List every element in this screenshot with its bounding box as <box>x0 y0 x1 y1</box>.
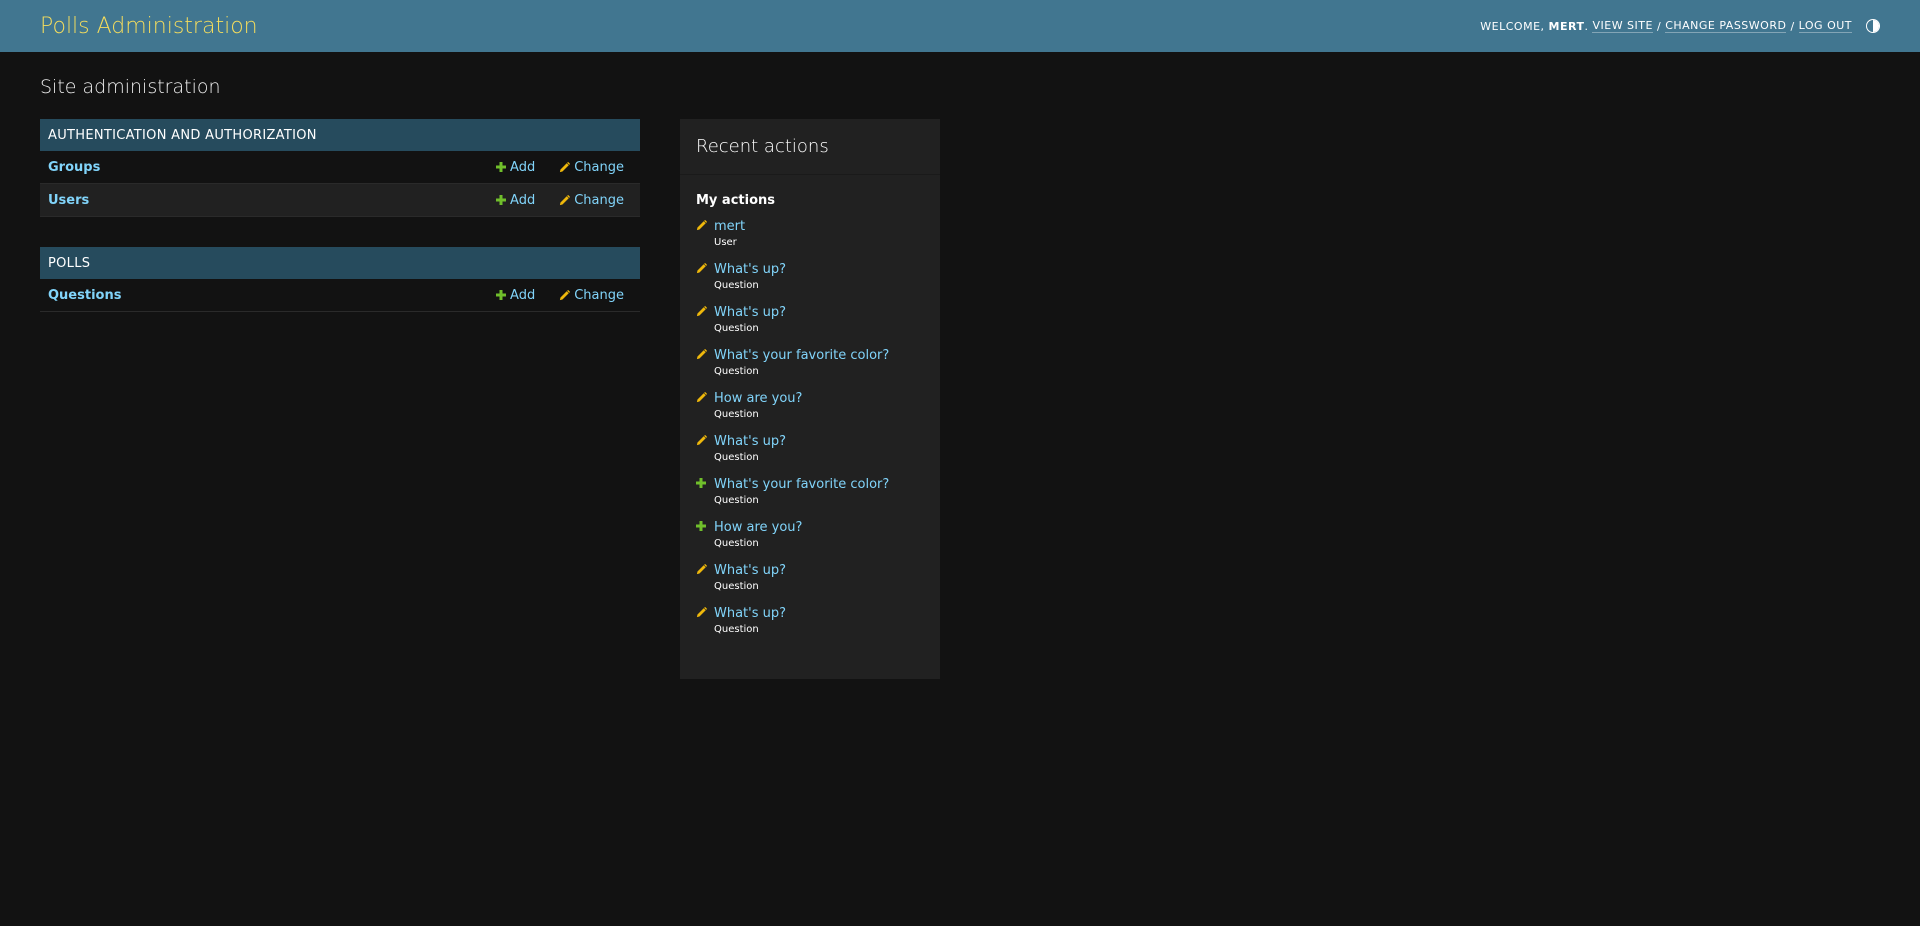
action-content-type: Question <box>714 538 759 549</box>
action-object-link[interactable]: What's your favorite color? <box>714 476 924 493</box>
recent-actions-title: Recent actions <box>680 119 940 175</box>
change-password-link[interactable]: Change password <box>1665 19 1787 33</box>
change-label: Change <box>574 192 624 208</box>
contrast-icon[interactable] <box>1866 19 1880 33</box>
separator: / <box>1790 19 1795 33</box>
log-out-link[interactable]: Log out <box>1798 19 1852 33</box>
plus-icon <box>696 478 706 488</box>
add-label: Add <box>510 192 536 208</box>
model-link[interactable]: Users <box>48 193 472 208</box>
pencil-icon <box>696 607 707 618</box>
model-link[interactable]: Questions <box>48 288 472 303</box>
welcome-text: Welcome, <box>1480 19 1545 33</box>
recent-actions-panel: Recent actions My actions mert User What… <box>680 119 940 679</box>
action-item: What's up? Question <box>696 261 924 304</box>
model-link[interactable]: Groups <box>48 160 472 175</box>
add-link[interactable]: Add <box>496 288 535 303</box>
pencil-icon <box>696 564 707 575</box>
pencil-icon <box>696 306 707 317</box>
change-link[interactable]: Change <box>559 160 624 175</box>
action-content-type: Question <box>714 323 759 334</box>
header: Polls Administration Welcome, mert. View… <box>0 0 1920 52</box>
pencil-icon <box>559 161 571 173</box>
action-object-link[interactable]: How are you? <box>714 390 924 407</box>
user-tools: Welcome, mert. View site / Change passwo… <box>1480 19 1880 33</box>
action-content-type: Question <box>714 452 759 463</box>
action-item: What's up? Question <box>696 605 924 648</box>
action-item: What's up? Question <box>696 433 924 476</box>
plus-icon <box>496 195 507 205</box>
model-row: Questions Add Change <box>40 279 640 312</box>
action-item: What's your favorite color? Question <box>696 347 924 390</box>
action-content-type: Question <box>714 409 759 420</box>
action-list: mert User What's up? Question What's up?… <box>680 208 940 648</box>
action-object-link[interactable]: What's your favorite color? <box>714 347 924 364</box>
app-module: Polls Questions Add Change <box>40 247 640 312</box>
action-content-type: User <box>714 237 737 248</box>
module-caption[interactable]: Authentication and Authorization <box>40 119 640 151</box>
my-actions-heading: My actions <box>696 193 776 208</box>
action-item: How are you? Question <box>696 390 924 433</box>
plus-icon <box>496 290 507 300</box>
pencil-icon <box>696 220 707 231</box>
action-item: mert User <box>696 218 924 261</box>
action-item: What's up? Question <box>696 304 924 347</box>
pencil-icon <box>696 263 707 274</box>
pencil-icon <box>559 194 571 206</box>
action-content-type: Question <box>714 280 759 291</box>
action-object-link[interactable]: How are you? <box>714 519 924 536</box>
model-row: Users Add Change <box>40 184 640 217</box>
action-object-link[interactable]: What's up? <box>714 304 924 321</box>
action-item: What's up? Question <box>696 562 924 605</box>
action-item: What's your favorite color? Question <box>696 476 924 519</box>
action-object-link[interactable]: What's up? <box>714 433 924 450</box>
app-module: Authentication and Authorization Groups … <box>40 119 640 217</box>
site-branding[interactable]: Polls Administration <box>40 14 258 39</box>
model-row: Groups Add Change <box>40 151 640 184</box>
view-site-link[interactable]: View site <box>1592 19 1653 33</box>
action-content-type: Question <box>714 366 759 377</box>
pencil-icon <box>696 392 707 403</box>
change-label: Change <box>574 159 624 175</box>
action-object-link[interactable]: What's up? <box>714 261 924 278</box>
action-item: How are you? Question <box>696 519 924 562</box>
action-object-link[interactable]: What's up? <box>714 562 924 579</box>
separator: / <box>1656 19 1662 33</box>
username: mert <box>1548 19 1585 33</box>
add-label: Add <box>510 159 536 175</box>
pencil-icon <box>696 435 707 446</box>
change-label: Change <box>574 287 624 303</box>
action-content-type: Question <box>714 495 759 506</box>
plus-icon <box>696 521 706 531</box>
pencil-icon <box>696 349 707 360</box>
action-content-type: Question <box>714 624 759 635</box>
module-caption[interactable]: Polls <box>40 247 640 279</box>
change-link[interactable]: Change <box>559 288 624 303</box>
pencil-icon <box>559 289 571 301</box>
action-object-link[interactable]: mert <box>714 218 924 235</box>
add-link[interactable]: Add <box>496 193 535 208</box>
add-label: Add <box>510 287 536 303</box>
page-title: Site administration <box>40 76 221 98</box>
action-object-link[interactable]: What's up? <box>714 605 924 622</box>
change-link[interactable]: Change <box>559 193 624 208</box>
add-link[interactable]: Add <box>496 160 535 175</box>
plus-icon <box>496 162 507 172</box>
action-content-type: Question <box>714 581 759 592</box>
